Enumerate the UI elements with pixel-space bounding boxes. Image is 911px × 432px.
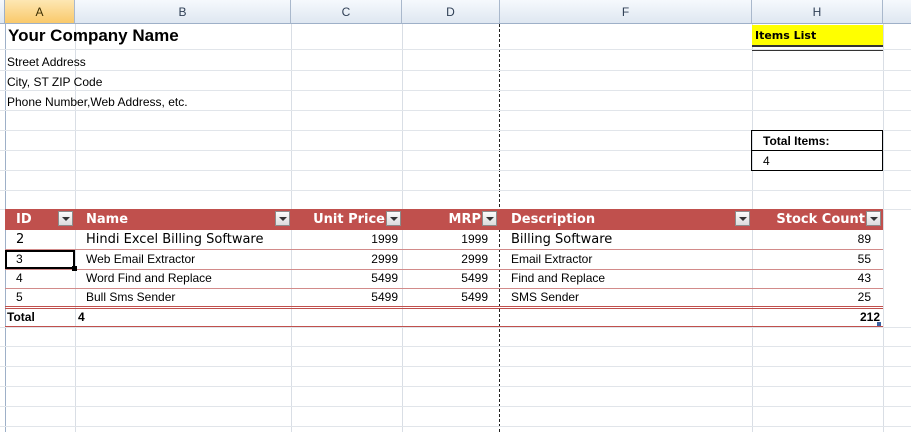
cell-id[interactable]: 2 <box>16 230 24 249</box>
column-header-f[interactable]: F <box>500 0 752 24</box>
cell-unit-price[interactable]: 1999 <box>291 230 398 249</box>
header-name[interactable]: Name <box>86 209 266 230</box>
cell-stock[interactable]: 55 <box>752 250 871 269</box>
cell-name[interactable]: Word Find and Replace <box>86 269 212 288</box>
cell-id[interactable]: 4 <box>16 269 23 288</box>
column-header-b[interactable]: B <box>75 0 291 24</box>
cell-id[interactable]: 5 <box>16 288 23 307</box>
cell-mrp[interactable]: 5499 <box>402 269 488 288</box>
cell-description[interactable]: Find and Replace <box>511 269 605 288</box>
gridline <box>0 327 911 328</box>
gridline <box>883 24 884 432</box>
total-label[interactable]: Total <box>7 308 35 327</box>
gridline <box>0 366 911 367</box>
header-unit-price[interactable]: Unit Price <box>300 209 385 230</box>
filter-dropdown-stock-count[interactable] <box>866 211 881 226</box>
cell-mrp[interactable]: 2999 <box>402 250 488 269</box>
cell-unit-price[interactable]: 5499 <box>291 269 398 288</box>
resize-handle[interactable] <box>877 322 881 326</box>
cell-unit-price[interactable]: 2999 <box>291 250 398 269</box>
column-header-d[interactable]: D <box>402 0 500 24</box>
row-header-strip <box>0 0 5 24</box>
gridline <box>0 346 911 347</box>
total-items-label[interactable]: Total Items: <box>763 134 829 148</box>
street-address[interactable]: Street Address <box>7 55 86 69</box>
column-header-blank <box>883 0 911 24</box>
filter-dropdown-mrp[interactable] <box>482 211 497 226</box>
cell-id-selected[interactable]: 3 <box>5 250 75 269</box>
cell-description[interactable]: SMS Sender <box>511 288 579 307</box>
cell-stock[interactable]: 43 <box>752 269 871 288</box>
cell-description[interactable]: Email Extractor <box>511 250 592 269</box>
gridline <box>0 426 911 427</box>
header-description[interactable]: Description <box>511 209 726 230</box>
items-list-cell[interactable]: Items List <box>752 25 883 47</box>
gridline <box>0 190 911 191</box>
header-mrp[interactable]: MRP <box>408 209 481 230</box>
column-header-a[interactable]: A <box>5 0 75 24</box>
header-stock-count[interactable]: Stock Count <box>760 209 865 230</box>
total-items-divider <box>752 150 882 151</box>
items-list-label: Items List <box>755 29 817 42</box>
items-list-underline <box>752 50 883 51</box>
filter-dropdown-name[interactable] <box>275 211 290 226</box>
company-name[interactable]: Your Company Name <box>8 26 179 46</box>
city-zip[interactable]: City, ST ZIP Code <box>7 75 102 89</box>
phone-web[interactable]: Phone Number,Web Address, etc. <box>7 95 188 109</box>
cell-stock[interactable]: 25 <box>752 288 871 307</box>
gridline <box>0 406 911 407</box>
filter-dropdown-id[interactable] <box>58 211 73 226</box>
column-header-c[interactable]: C <box>291 0 402 24</box>
header-id[interactable]: ID <box>16 209 56 230</box>
gridline <box>0 70 911 71</box>
filter-dropdown-description[interactable] <box>735 211 750 226</box>
cell-name[interactable]: Hindi Excel Billing Software <box>86 230 264 249</box>
cell-mrp[interactable]: 5499 <box>402 288 488 307</box>
cell-stock[interactable]: 89 <box>752 230 871 249</box>
total-count[interactable]: 4 <box>78 308 85 327</box>
cell-name[interactable]: Bull Sms Sender <box>86 288 175 307</box>
gridline <box>0 386 911 387</box>
fill-handle[interactable] <box>72 266 77 271</box>
cell-name[interactable]: Web Email Extractor <box>86 250 195 269</box>
total-items-value[interactable]: 4 <box>763 154 770 168</box>
total-stock[interactable]: 212 <box>752 308 880 327</box>
column-header-h[interactable]: H <box>752 0 883 24</box>
filter-dropdown-unit-price[interactable] <box>386 211 401 226</box>
cell-mrp[interactable]: 1999 <box>402 230 488 249</box>
gridline <box>0 90 911 91</box>
cell-unit-price[interactable]: 5499 <box>291 288 398 307</box>
cell-description[interactable]: Billing Software <box>511 230 612 249</box>
gridline <box>0 110 911 111</box>
